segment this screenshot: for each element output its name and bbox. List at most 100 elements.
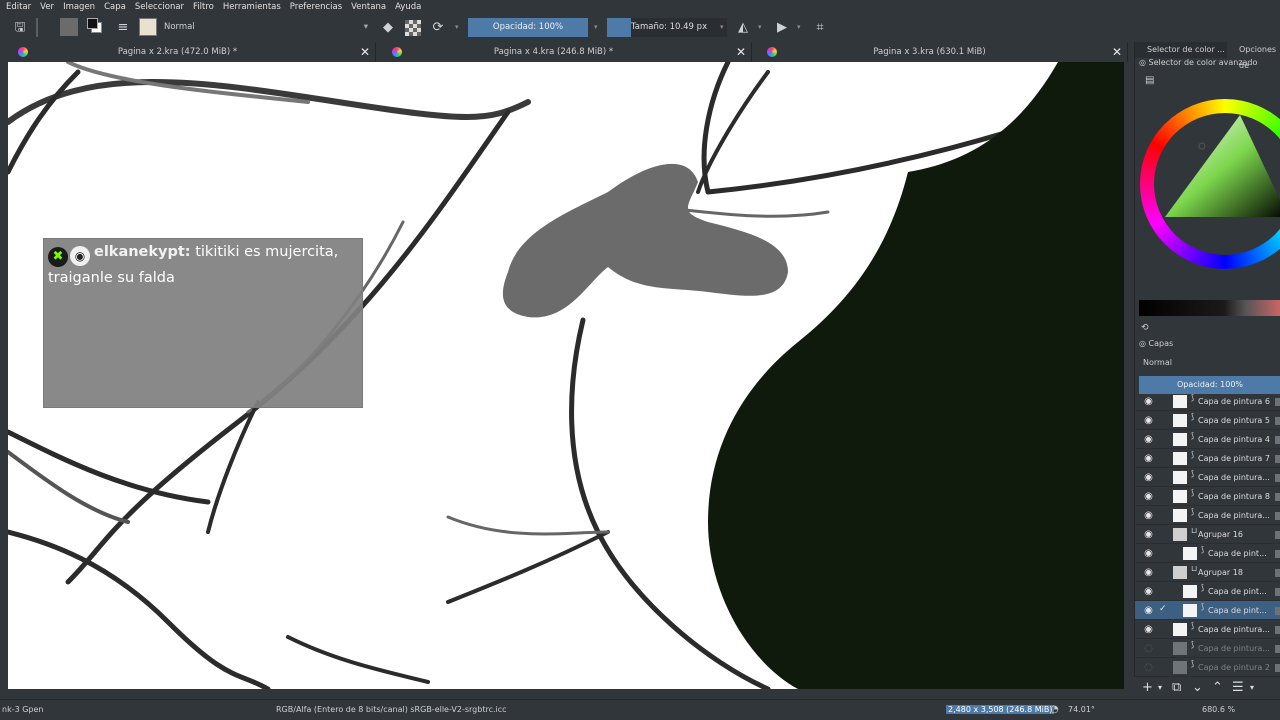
layers-toolbar: + ▾ ⧉ ⌄ ⌃ ☰ ▾ bbox=[1134, 677, 1280, 699]
tab-document-1[interactable]: Pagina x 2.kra (472.0 MiB) * ✕ bbox=[0, 42, 376, 62]
visibility-eye-icon[interactable]: ◉ bbox=[1143, 452, 1154, 465]
menu-item-ayuda[interactable]: Ayuda bbox=[395, 2, 421, 12]
lock-icon[interactable] bbox=[1275, 531, 1280, 539]
layer-properties-icon[interactable]: ☰ bbox=[1232, 677, 1244, 699]
lock-icon[interactable] bbox=[1275, 474, 1280, 482]
layers-blend-mode[interactable]: Normal bbox=[1143, 358, 1172, 367]
status-zoom[interactable]: 680.6 % bbox=[1202, 700, 1235, 720]
lock-icon[interactable] bbox=[1275, 664, 1280, 672]
wrap-around-icon[interactable]: ⌗ bbox=[812, 18, 828, 37]
tab-document-2[interactable]: Pagina x 4.kra (246.8 MiB) * ✕ bbox=[376, 42, 752, 62]
chevron-down-icon[interactable]: ▾ bbox=[797, 18, 803, 37]
chevron-down-icon[interactable]: ▾ bbox=[720, 18, 726, 37]
lock-icon[interactable] bbox=[1275, 645, 1280, 653]
layer-row[interactable]: ◌ ⟆ Capa de pintura... bbox=[1135, 639, 1280, 658]
color-history-bar[interactable] bbox=[1139, 300, 1280, 316]
visibility-eye-icon[interactable]: ◉ bbox=[1143, 433, 1154, 446]
fill-pattern-swatch[interactable] bbox=[60, 18, 78, 36]
settings-icon[interactable]: ▤ bbox=[1145, 75, 1154, 86]
layer-row[interactable]: ◉ ✓ ⟆ Capa de pint... bbox=[1135, 601, 1280, 620]
layer-row[interactable]: ◌ ⟆ Capa de pintura 2 bbox=[1135, 658, 1280, 677]
menu-item-ver[interactable]: Ver bbox=[40, 2, 54, 12]
close-icon[interactable]: ✕ bbox=[736, 42, 746, 62]
menu-item-ventana[interactable]: Ventana bbox=[351, 2, 386, 12]
brush-preset-icon[interactable] bbox=[139, 18, 157, 36]
layer-row[interactable]: ◉ ⟆ Capa de pintura 7 bbox=[1135, 449, 1280, 468]
color-wheel[interactable] bbox=[1140, 99, 1280, 269]
visibility-eye-icon[interactable]: ◉ bbox=[1143, 585, 1154, 598]
layer-row[interactable]: ◉ ⟆ Capa de pint... bbox=[1135, 544, 1280, 563]
lock-icon[interactable] bbox=[1275, 626, 1280, 634]
fg-bg-colors[interactable] bbox=[87, 18, 107, 37]
visibility-eye-icon[interactable]: ◉ bbox=[1143, 490, 1154, 503]
lock-icon[interactable] bbox=[1275, 455, 1280, 463]
lock-icon[interactable] bbox=[1275, 398, 1280, 406]
chevron-down-icon[interactable]: ▾ bbox=[455, 18, 461, 37]
visibility-eye-icon[interactable]: ◉ bbox=[1143, 471, 1154, 484]
menu-item-editar[interactable]: Editar bbox=[6, 2, 31, 12]
clip-icon: ⟆ bbox=[1191, 640, 1195, 649]
visibility-eye-icon[interactable]: ◉ bbox=[1143, 528, 1154, 541]
menu-item-seleccionar[interactable]: Seleccionar bbox=[135, 2, 184, 12]
layer-row[interactable]: ◉ ⟆ Capa de pint... bbox=[1135, 582, 1280, 601]
lock-icon[interactable] bbox=[1275, 436, 1280, 444]
opacity-slider[interactable]: Opacidad: 100% bbox=[468, 18, 588, 37]
mirror-vertical-icon[interactable]: ▶ bbox=[774, 18, 790, 37]
lock-icon[interactable] bbox=[1275, 569, 1280, 577]
layer-row[interactable]: ◉ ⟆ Capa de pintura... bbox=[1135, 506, 1280, 525]
mirror-horizontal-icon[interactable]: ◭ bbox=[735, 18, 751, 37]
visibility-eye-icon[interactable]: ◌ bbox=[1143, 642, 1154, 655]
menu-item-preferencias[interactable]: Preferencias bbox=[290, 2, 342, 12]
layer-row[interactable]: ◉ ⟆ Capa de pintura 6 bbox=[1135, 392, 1280, 411]
layer-row[interactable]: ◉ ⊔ Agrupar 18 bbox=[1135, 563, 1280, 582]
add-layer-icon[interactable]: + bbox=[1142, 677, 1153, 699]
layer-row[interactable]: ◉ ⟆ Capa de pintura 8 bbox=[1135, 487, 1280, 506]
visibility-eye-icon[interactable]: ◉ bbox=[1143, 509, 1154, 522]
tab-document-3[interactable]: Pagina x 3.kra (630.1 MiB) ✕ bbox=[752, 42, 1128, 62]
alpha-lock-icon[interactable] bbox=[405, 20, 421, 36]
blend-mode-select[interactable]: Normal ▾ bbox=[160, 18, 372, 36]
menu-item-capa[interactable]: Capa bbox=[104, 2, 126, 12]
reload-preset-icon[interactable]: ⟳ bbox=[430, 18, 446, 37]
duplicate-layer-icon[interactable]: ⧉ bbox=[1172, 677, 1181, 699]
brush-presets-icon[interactable]: ≡ bbox=[115, 18, 131, 37]
close-icon[interactable]: ✕ bbox=[360, 42, 370, 62]
layer-thumbnail bbox=[1183, 585, 1197, 598]
tab-color-selector[interactable]: Selector de color ... bbox=[1135, 42, 1227, 58]
chevron-down-icon[interactable]: ▾ bbox=[1158, 677, 1162, 699]
move-down-icon[interactable]: ⌄ bbox=[1192, 677, 1203, 699]
lock-icon[interactable] bbox=[1275, 607, 1280, 615]
refresh-icon[interactable]: ⟲ bbox=[1141, 323, 1149, 333]
move-up-icon[interactable]: ⌃ bbox=[1212, 677, 1223, 699]
visibility-eye-icon[interactable]: ◉ bbox=[1143, 623, 1154, 636]
visibility-eye-icon[interactable]: ◌ bbox=[1143, 661, 1154, 674]
layer-row[interactable]: ◉ ⟆ Capa de pintura... bbox=[1135, 468, 1280, 487]
eraser-icon[interactable]: ◆ bbox=[380, 18, 396, 37]
menu-item-herramientas[interactable]: Herramientas bbox=[223, 2, 281, 12]
layer-row[interactable]: ◉ ⊔ Agrupar 16 bbox=[1135, 525, 1280, 544]
visibility-eye-icon[interactable]: ◉ bbox=[1143, 604, 1154, 617]
menu-item-filtro[interactable]: Filtro bbox=[193, 2, 214, 12]
visibility-eye-icon[interactable]: ◉ bbox=[1143, 547, 1154, 560]
vertical-scrollbar[interactable] bbox=[1124, 62, 1134, 689]
visibility-eye-icon[interactable]: ◉ bbox=[1143, 395, 1154, 408]
lock-icon[interactable] bbox=[1275, 588, 1280, 596]
save-icon[interactable]: 🖫 bbox=[12, 18, 28, 37]
chevron-down-icon[interactable]: ▾ bbox=[758, 18, 764, 37]
visibility-eye-icon[interactable]: ◉ bbox=[1143, 566, 1154, 579]
visibility-eye-icon[interactable]: ◉ bbox=[1143, 414, 1154, 427]
menu-item-imagen[interactable]: Imagen bbox=[63, 2, 95, 12]
size-slider[interactable]: Tamaño: 10.49 px bbox=[607, 18, 727, 37]
layer-row[interactable]: ◉ ⟆ Capa de pintura... bbox=[1135, 620, 1280, 639]
lock-icon[interactable] bbox=[1275, 493, 1280, 501]
lock-icon[interactable] bbox=[1275, 550, 1280, 558]
close-icon[interactable]: ✕ bbox=[1112, 42, 1122, 62]
lock-icon[interactable] bbox=[1275, 417, 1280, 425]
rotation-icon[interactable]: ◔ bbox=[1050, 700, 1059, 720]
tab-options[interactable]: Opciones de bbox=[1227, 42, 1280, 70]
chevron-down-icon[interactable]: ▾ bbox=[1250, 677, 1254, 699]
layer-row[interactable]: ◉ ⟆ Capa de pintura 4 bbox=[1135, 430, 1280, 449]
chevron-down-icon[interactable]: ▾ bbox=[594, 18, 600, 37]
layer-row[interactable]: ◉ ⟆ Capa de pintura 5 bbox=[1135, 411, 1280, 430]
lock-icon[interactable] bbox=[1275, 512, 1280, 520]
